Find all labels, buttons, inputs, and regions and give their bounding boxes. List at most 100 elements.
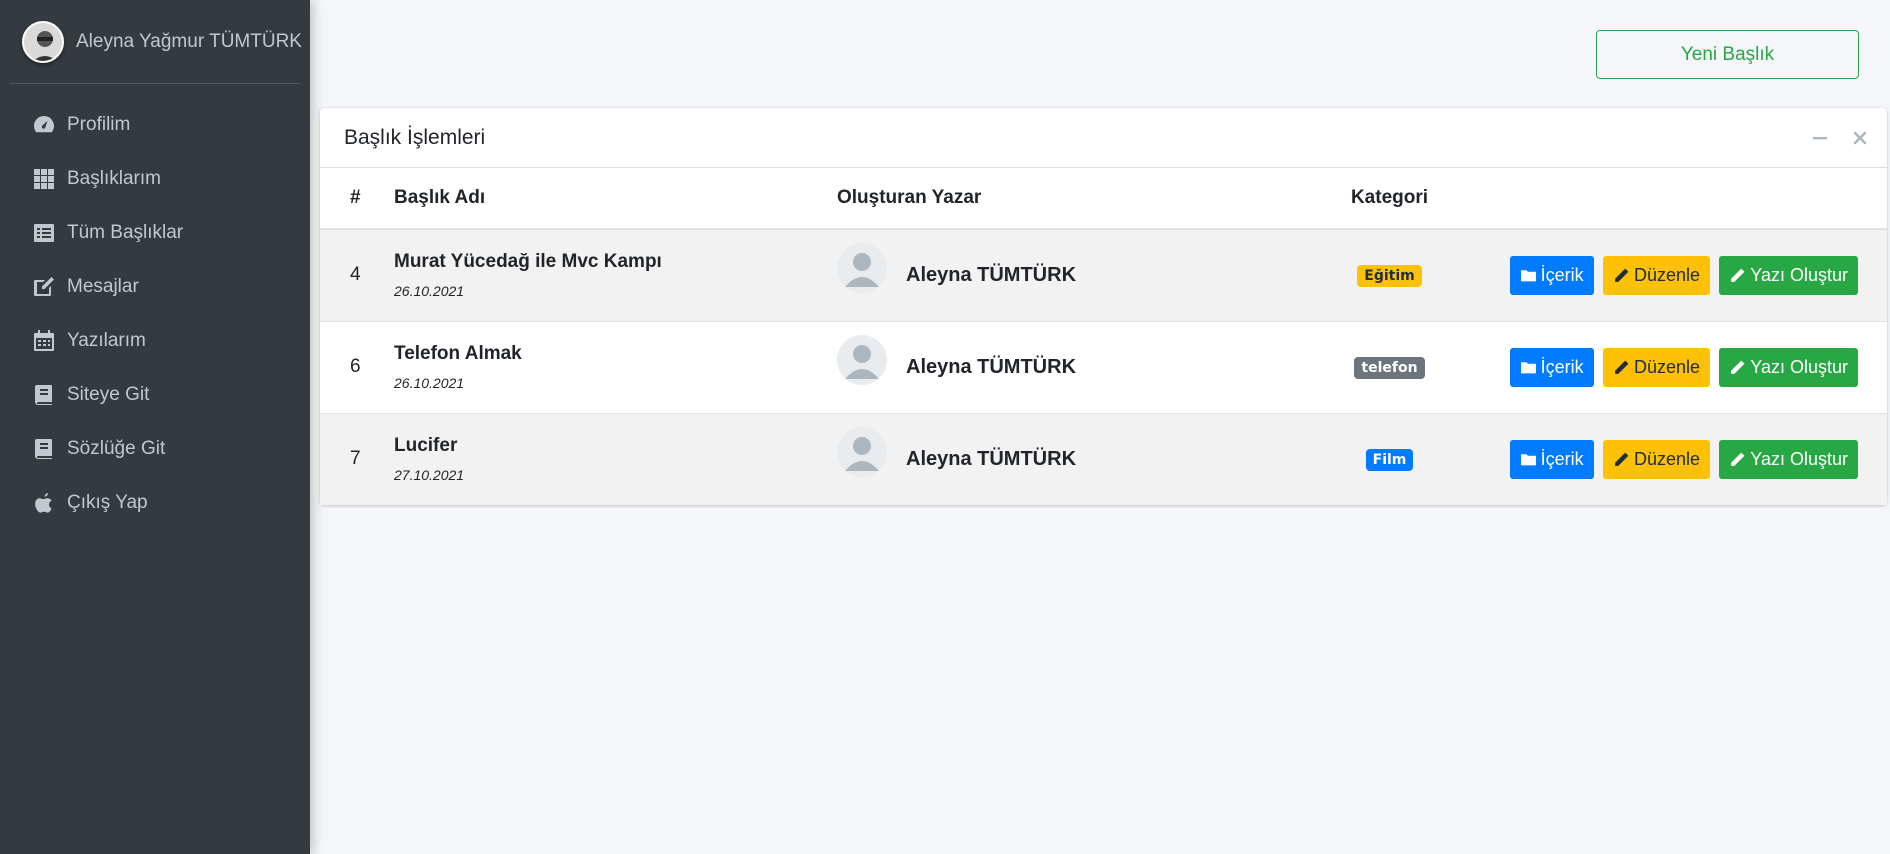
column-header-id: # bbox=[320, 168, 394, 230]
author-avatar bbox=[837, 335, 887, 385]
row-date: 26.10.2021 bbox=[394, 375, 465, 391]
card-header: Başlık İşlemleri bbox=[320, 108, 1887, 168]
content-button-label: İçerik bbox=[1540, 356, 1584, 377]
content-button[interactable]: İçerik bbox=[1509, 255, 1594, 295]
row-author-cell: Aleyna TÜMTÜRK bbox=[837, 229, 1317, 321]
write-button-label: Yazı Oluştur bbox=[1750, 448, 1848, 469]
card-title: Başlık İşlemleri bbox=[344, 125, 486, 149]
edit-button-label: Düzenle bbox=[1633, 448, 1701, 469]
edit-button-label: Düzenle bbox=[1633, 264, 1701, 285]
calendar-icon bbox=[31, 328, 57, 354]
sidebar-item-yazilarim[interactable]: Yazılarım bbox=[10, 314, 300, 368]
row-title-cell: Telefon Almak 26.10.2021 bbox=[394, 321, 837, 413]
column-header-title: Başlık Adı bbox=[394, 168, 837, 230]
user-panel[interactable]: Aleyna Yağmur TÜMTÜRK bbox=[10, 0, 302, 84]
author-name: Aleyna TÜMTÜRK bbox=[906, 355, 1077, 378]
edit-button[interactable]: Düzenle bbox=[1602, 439, 1711, 479]
new-title-button[interactable]: Yeni Başlık bbox=[1596, 30, 1859, 79]
sidebar-item-label: Başlıklarım bbox=[67, 168, 161, 189]
folder-icon bbox=[1520, 361, 1536, 373]
pencil-icon bbox=[1731, 452, 1745, 466]
row-id: 6 bbox=[350, 356, 361, 377]
author-name: Aleyna TÜMTÜRK bbox=[906, 263, 1077, 286]
edit-button[interactable]: Düzenle bbox=[1602, 347, 1711, 387]
column-header-actions bbox=[1462, 168, 1887, 230]
pencil-icon bbox=[1615, 360, 1629, 374]
category-badge: Film bbox=[1365, 448, 1414, 471]
row-category-cell: Eğitim bbox=[1317, 229, 1462, 321]
content-button[interactable]: İçerik bbox=[1509, 439, 1594, 479]
pencil-icon bbox=[1731, 360, 1745, 374]
table-row: 6 Telefon Almak 26.10.2021 Aleyna TÜMTÜR… bbox=[320, 321, 1887, 413]
author-avatar bbox=[837, 243, 887, 294]
row-actions: İçerik Düzenle Yazı Oluştur bbox=[1462, 229, 1887, 321]
sidebar-item-siteye-git[interactable]: Siteye Git bbox=[10, 368, 300, 422]
book-icon bbox=[31, 436, 57, 462]
folder-icon bbox=[1520, 269, 1536, 282]
table-row: 4 Murat Yücedağ ile Mvc Kampı 26.10.2021… bbox=[320, 229, 1887, 321]
grid-icon bbox=[31, 166, 57, 192]
sidebar-item-label: Yazılarım bbox=[67, 330, 146, 351]
titles-card: Başlık İşlemleri # Başlık Adı Oluşturan … bbox=[320, 108, 1887, 505]
write-button-label: Yazı Oluştur bbox=[1750, 264, 1848, 285]
apple-icon bbox=[31, 490, 57, 516]
sidebar-item-label: Sözlüğe Git bbox=[67, 438, 166, 459]
user-avatar[interactable] bbox=[22, 20, 64, 63]
sidebar: Aleyna Yağmur TÜMTÜRK Profilim Başlıklar… bbox=[0, 0, 310, 854]
row-author-cell: Aleyna TÜMTÜRK bbox=[837, 321, 1317, 413]
row-category-cell: telefon bbox=[1317, 321, 1462, 413]
author-name: Aleyna TÜMTÜRK bbox=[906, 447, 1077, 470]
content-button-label: İçerik bbox=[1540, 448, 1584, 469]
row-title-cell: Murat Yücedağ ile Mvc Kampı 26.10.2021 bbox=[394, 229, 837, 321]
table-header-row: # Başlık Adı Oluşturan Yazar Kategori bbox=[320, 168, 1887, 230]
sidebar-item-mesajlar[interactable]: Mesajlar bbox=[10, 260, 300, 314]
sidebar-item-basliklarim[interactable]: Başlıklarım bbox=[10, 152, 300, 206]
write-button[interactable]: Yazı Oluştur bbox=[1719, 439, 1858, 479]
tachometer-icon bbox=[31, 112, 57, 138]
folder-icon bbox=[1520, 453, 1536, 466]
author-avatar bbox=[837, 427, 887, 478]
pencil-icon bbox=[1731, 268, 1745, 282]
book-icon bbox=[31, 382, 57, 408]
row-id: 4 bbox=[350, 264, 361, 286]
content-button-label: İçerik bbox=[1540, 264, 1584, 285]
row-author-cell: Aleyna TÜMTÜRK bbox=[837, 413, 1317, 505]
row-actions: İçerik Düzenle Yazı Oluştur bbox=[1462, 413, 1887, 505]
sidebar-item-label: Tüm Başlıklar bbox=[67, 222, 184, 243]
write-button[interactable]: Yazı Oluştur bbox=[1719, 255, 1858, 295]
write-button-label: Yazı Oluştur bbox=[1750, 356, 1848, 377]
collapse-icon[interactable] bbox=[1811, 129, 1829, 147]
write-button[interactable]: Yazı Oluştur bbox=[1719, 347, 1858, 387]
user-name[interactable]: Aleyna Yağmur TÜMTÜRK bbox=[76, 31, 302, 53]
sidebar-item-cikis-yap[interactable]: Çıkış Yap bbox=[10, 476, 300, 530]
pencil-icon bbox=[1615, 268, 1629, 282]
edit-button[interactable]: Düzenle bbox=[1602, 255, 1711, 295]
edit-button-label: Düzenle bbox=[1633, 356, 1701, 377]
sidebar-item-sozluge-git[interactable]: Sözlüğe Git bbox=[10, 422, 300, 476]
table-row: 7 Lucifer 27.10.2021 Aleyna TÜMTÜRK Film bbox=[320, 413, 1887, 505]
sidebar-item-label: Mesajlar bbox=[67, 276, 139, 297]
row-title-cell: Lucifer 27.10.2021 bbox=[394, 413, 837, 505]
sidebar-item-label: Profilim bbox=[67, 114, 131, 135]
row-date: 26.10.2021 bbox=[394, 283, 465, 300]
row-title: Murat Yücedağ ile Mvc Kampı bbox=[394, 251, 662, 273]
sidebar-item-profilim[interactable]: Profilim bbox=[10, 98, 300, 152]
row-id: 7 bbox=[350, 448, 361, 470]
close-icon[interactable] bbox=[1851, 129, 1869, 147]
category-badge: telefon bbox=[1354, 356, 1425, 379]
category-badge: Eğitim bbox=[1357, 264, 1422, 287]
row-title: Lucifer bbox=[394, 435, 458, 457]
edit-icon bbox=[31, 274, 57, 300]
titles-table: # Başlık Adı Oluşturan Yazar Kategori 4 … bbox=[320, 168, 1887, 505]
column-header-author: Oluşturan Yazar bbox=[837, 168, 1317, 230]
row-actions: İçerik Düzenle Yazı Oluştur bbox=[1462, 321, 1887, 413]
sidebar-nav: Profilim Başlıklarım Tüm Başlıklar Mesaj… bbox=[0, 98, 310, 530]
sidebar-item-label: Çıkış Yap bbox=[67, 492, 148, 513]
card-tools bbox=[1811, 108, 1869, 168]
sidebar-item-tum-basliklar[interactable]: Tüm Başlıklar bbox=[10, 206, 300, 260]
sidebar-item-label: Siteye Git bbox=[67, 384, 150, 405]
content-button[interactable]: İçerik bbox=[1509, 347, 1594, 387]
list-icon bbox=[31, 220, 57, 246]
row-title: Telefon Almak bbox=[394, 343, 522, 364]
row-category-cell: Film bbox=[1317, 413, 1462, 505]
